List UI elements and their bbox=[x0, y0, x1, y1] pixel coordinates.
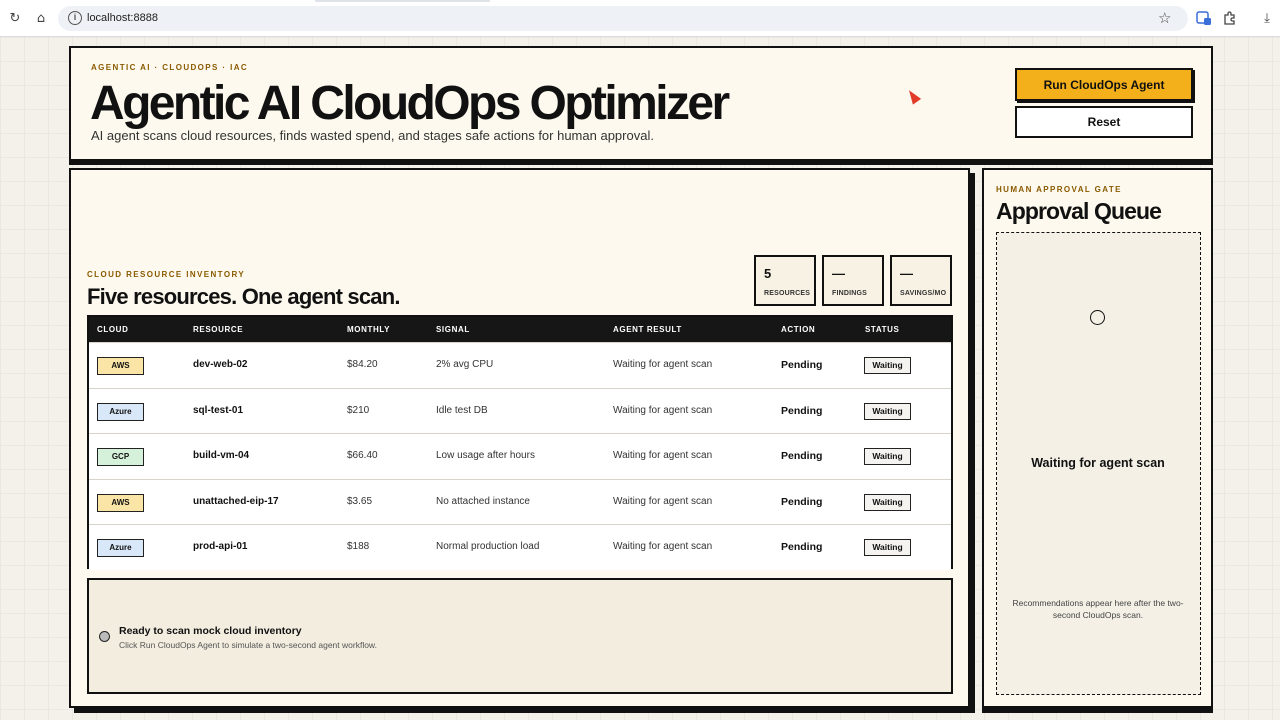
cloud-chip: GCP bbox=[97, 448, 144, 466]
agent-result: Waiting for agent scan bbox=[613, 359, 713, 370]
monthly-cost: $188 bbox=[347, 541, 370, 552]
stat-value: 5 bbox=[764, 266, 772, 281]
scan-status-panel: Ready to scan mock cloud inventory Click… bbox=[87, 578, 953, 694]
inventory-eyebrow: CLOUD RESOURCE INVENTORY bbox=[87, 270, 246, 279]
action-text: Pending bbox=[781, 359, 823, 371]
status-badge: Waiting bbox=[864, 403, 911, 420]
status-badge: Waiting bbox=[864, 357, 911, 374]
run-agent-button[interactable]: Run CloudOps Agent bbox=[1015, 68, 1193, 101]
monthly-cost: $84.20 bbox=[347, 359, 378, 370]
signal-text: Idle test DB bbox=[436, 405, 488, 416]
site-info-icon[interactable]: i bbox=[68, 11, 82, 25]
table-row[interactable]: AWS dev-web-02 $84.20 2% avg CPU Waiting… bbox=[89, 342, 951, 388]
bookmark-star-icon[interactable]: ☆ bbox=[1158, 9, 1171, 27]
table-row[interactable]: Azure prod-api-01 $188 Normal production… bbox=[89, 524, 951, 570]
agent-result: Waiting for agent scan bbox=[613, 405, 713, 416]
resource-table: CLOUD RESOURCE MONTHLY SIGNAL AGENT RESU… bbox=[87, 315, 953, 570]
header-eyebrow: AGENTIC AI · CLOUDOPS · IAC bbox=[91, 63, 249, 72]
stat-resources: 5 RESOURCES bbox=[754, 255, 816, 306]
download-icon[interactable]: ⤓ bbox=[1258, 9, 1276, 27]
resource-name: prod-api-01 bbox=[193, 541, 248, 552]
stat-label: SAVINGS/MO bbox=[900, 290, 947, 297]
table-header: CLOUD RESOURCE MONTHLY SIGNAL AGENT RESU… bbox=[89, 317, 951, 342]
action-text: Pending bbox=[781, 405, 823, 417]
queue-empty-title: Waiting for agent scan bbox=[1031, 456, 1165, 470]
table-row[interactable]: GCP build-vm-04 $66.40 Low usage after h… bbox=[89, 433, 951, 479]
agent-result: Waiting for agent scan bbox=[613, 496, 713, 507]
column-header-monthly: MONTHLY bbox=[347, 325, 391, 334]
queue-empty-subtitle: Recommendations appear here after the tw… bbox=[1012, 598, 1184, 620]
column-header-signal: SIGNAL bbox=[436, 325, 470, 334]
column-header-status: STATUS bbox=[865, 325, 900, 334]
tab-strip-indicator bbox=[315, 0, 490, 2]
reset-button[interactable]: Reset bbox=[1015, 106, 1193, 138]
header-panel: AGENTIC AI · CLOUDOPS · IAC Agentic AI C… bbox=[69, 46, 1213, 161]
status-subtitle: Click Run CloudOps Agent to simulate a t… bbox=[119, 640, 377, 650]
browser-toolbar: ↻ ⌂ i localhost:8888 ☆ ⤓ bbox=[0, 0, 1280, 37]
approval-queue-empty-state: Waiting for agent scan Recommendations a… bbox=[996, 232, 1201, 695]
approval-eyebrow: HUMAN APPROVAL GATE bbox=[996, 185, 1122, 194]
action-text: Pending bbox=[781, 496, 823, 508]
home-icon[interactable]: ⌂ bbox=[32, 9, 50, 27]
stat-value: — bbox=[832, 266, 845, 281]
cloud-chip: AWS bbox=[97, 494, 144, 512]
stat-label: RESOURCES bbox=[764, 290, 811, 297]
status-indicator-icon bbox=[99, 631, 110, 642]
stat-savings: — SAVINGS/MO bbox=[890, 255, 952, 306]
column-header-cloud: CLOUD bbox=[97, 325, 129, 334]
resource-name: unattached-eip-17 bbox=[193, 496, 279, 507]
stat-findings: — FINDINGS bbox=[822, 255, 884, 306]
empty-circle-icon bbox=[1090, 310, 1105, 325]
monthly-cost: $210 bbox=[347, 405, 370, 416]
cloud-chip: Azure bbox=[97, 403, 144, 421]
resource-name: sql-test-01 bbox=[193, 405, 244, 416]
page-subtitle: AI agent scans cloud resources, finds wa… bbox=[91, 128, 654, 143]
stat-label: FINDINGS bbox=[832, 290, 868, 297]
address-bar[interactable]: i localhost:8888 bbox=[58, 6, 1188, 31]
inventory-panel: CLOUD RESOURCE INVENTORY Five resources.… bbox=[69, 168, 970, 708]
url-text: localhost:8888 bbox=[87, 12, 158, 24]
extensions-puzzle-icon[interactable] bbox=[1222, 10, 1238, 26]
status-badge: Waiting bbox=[864, 494, 911, 511]
table-row[interactable]: AWS unattached-eip-17 $3.65 No attached … bbox=[89, 479, 951, 525]
status-badge: Waiting bbox=[864, 448, 911, 465]
monthly-cost: $66.40 bbox=[347, 450, 378, 461]
column-header-action: ACTION bbox=[781, 325, 816, 334]
column-header-resource: RESOURCE bbox=[193, 325, 244, 334]
signal-text: 2% avg CPU bbox=[436, 359, 494, 370]
action-text: Pending bbox=[781, 450, 823, 462]
action-text: Pending bbox=[781, 541, 823, 553]
table-row[interactable]: Azure sql-test-01 $210 Idle test DB Wait… bbox=[89, 388, 951, 434]
cloud-chip: Azure bbox=[97, 539, 144, 557]
status-title: Ready to scan mock cloud inventory bbox=[119, 625, 302, 637]
agent-result: Waiting for agent scan bbox=[613, 450, 713, 461]
signal-text: No attached instance bbox=[436, 496, 530, 507]
page-title: Agentic AI CloudOps Optimizer bbox=[90, 77, 730, 130]
cloud-chip: AWS bbox=[97, 357, 144, 375]
signal-text: Low usage after hours bbox=[436, 450, 535, 461]
signal-text: Normal production load bbox=[436, 541, 540, 552]
column-header-agent-result: AGENT RESULT bbox=[613, 325, 682, 334]
monthly-cost: $3.65 bbox=[347, 496, 373, 507]
resource-name: build-vm-04 bbox=[193, 450, 250, 461]
resource-name: dev-web-02 bbox=[193, 359, 248, 370]
extension-badge-icon[interactable] bbox=[1196, 10, 1212, 26]
status-badge: Waiting bbox=[864, 539, 911, 556]
stat-value: — bbox=[900, 266, 913, 281]
reload-icon[interactable]: ↻ bbox=[6, 9, 24, 27]
agent-result: Waiting for agent scan bbox=[613, 541, 713, 552]
approval-title: Approval Queue bbox=[996, 198, 1162, 224]
inventory-title: Five resources. One agent scan. bbox=[87, 284, 400, 309]
approval-panel: HUMAN APPROVAL GATE Approval Queue Waiti… bbox=[982, 168, 1213, 708]
